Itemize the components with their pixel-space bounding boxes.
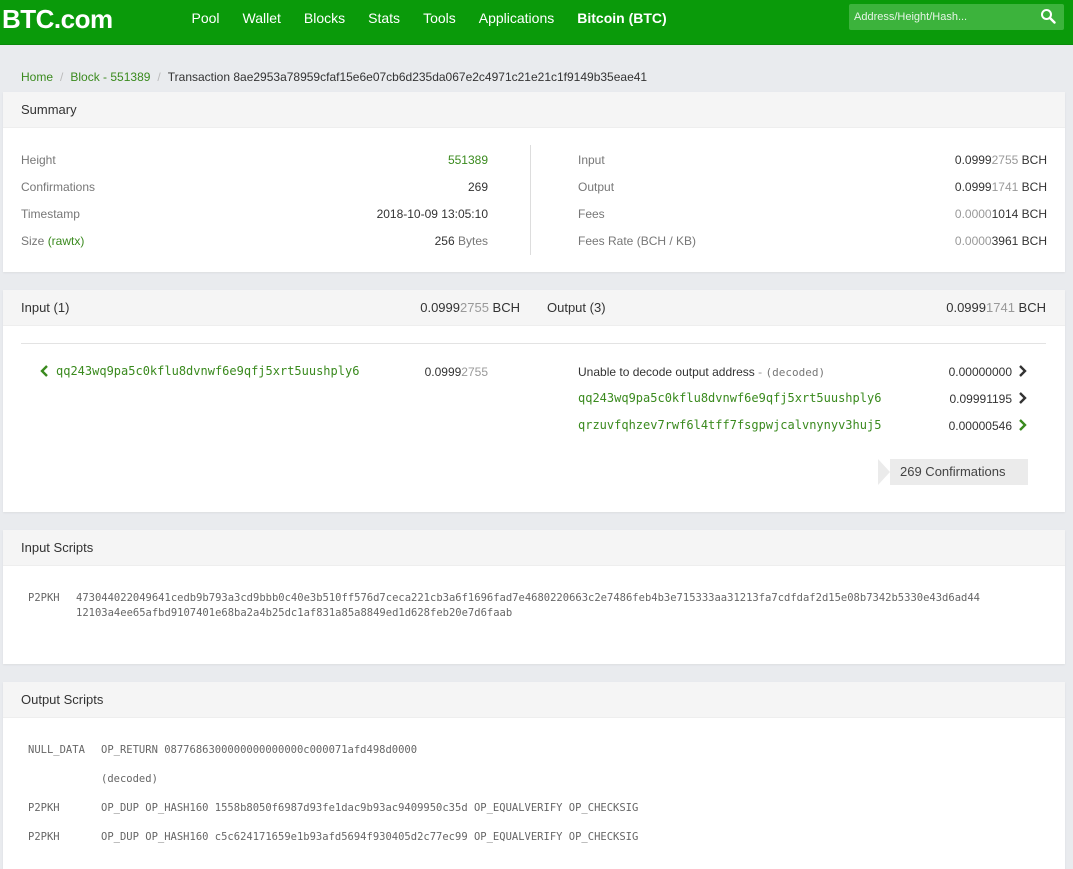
output-scripts-title: Output Scripts [3, 682, 1065, 718]
input-total-main: 0.0999 [420, 300, 460, 315]
breadcrumb-home[interactable]: Home [21, 70, 53, 84]
input-address[interactable]: qq243wq9pa5c0kflu8dvnwf6e9qfj5xrt5uushpl… [56, 364, 359, 378]
output-amount: 0.00000000 [948, 365, 1012, 379]
nav-tools[interactable]: Tools [423, 10, 456, 26]
input-row-amount-dim: 2755 [461, 365, 488, 379]
fees-value: 0.00001014 BCH [860, 207, 1047, 221]
size-value-group: 256 Bytes [300, 234, 488, 248]
input-scripts-title: Input Scripts [3, 530, 1065, 566]
fees-label: Fees [578, 207, 605, 221]
feerate-amount-main: 3961 [991, 234, 1019, 248]
height-value[interactable]: 551389 [300, 153, 488, 167]
feerate-amount-dim: 0.0000 [954, 234, 992, 248]
output-amount-main: 0.0999 [954, 180, 992, 194]
input-script-line: 473044022049641cedb9b793a3cd9bbb0c40e3b5… [76, 592, 980, 604]
feerate-label: Fees Rate (BCH / KB) [578, 234, 697, 248]
output-script: OP_DUP OP_HASH160 c5c624171659e1b93afd56… [101, 831, 639, 843]
breadcrumb-block[interactable]: Block - 551389 [70, 70, 150, 84]
timestamp-label: Timestamp [21, 207, 80, 221]
output-script: OP_DUP OP_HASH160 1558b8050f6987d93fe1da… [101, 802, 639, 814]
unit-label: BCH [1021, 234, 1047, 248]
io-divider [21, 343, 1046, 344]
undecoded-label: Unable to decode output address [578, 365, 755, 379]
top-navbar: BTC.com Pool Wallet Blocks Stats Tools A… [0, 0, 1073, 45]
output-value: 0.09991741 BCH [860, 180, 1047, 194]
logo[interactable]: BTC.com [2, 4, 113, 35]
chevron-right-icon[interactable] [1017, 392, 1027, 404]
nav-coin-selector[interactable]: Bitcoin (BTC) [577, 10, 666, 26]
breadcrumb-separator: / [60, 70, 64, 84]
nav-wallet[interactable]: Wallet [243, 10, 281, 26]
output-address[interactable]: qrzuvfqhzev7rwf6l4tff7fsgpwjcalvnynyv3hu… [578, 418, 881, 432]
size-label-group: Size (rawtx) [21, 234, 84, 248]
feerate-value: 0.00003961 BCH [860, 234, 1047, 248]
nav-blocks[interactable]: Blocks [304, 10, 345, 26]
output-script: OP_RETURN 0877686300000000000000c000071a… [101, 744, 418, 756]
search-icon[interactable] [1040, 8, 1056, 24]
breadcrumb-separator: / [157, 70, 161, 84]
confirmations-label: Confirmations [21, 180, 96, 194]
input-script-line: 12103a4ee65afbd9107401e68ba2a4b25dc1af83… [76, 607, 513, 619]
input-count-title: Input (1) [21, 300, 70, 315]
fees-amount-main: 1014 [991, 207, 1019, 221]
script-type: NULL_DATA [28, 744, 85, 756]
search-input[interactable] [849, 4, 1034, 30]
unit-label: BCH [1021, 207, 1047, 221]
decoded-toggle[interactable]: (decoded) [765, 366, 825, 379]
input-value: 0.09992755 BCH [860, 153, 1047, 167]
height-label: Height [21, 153, 56, 167]
output-amount: 0.00000546 [948, 419, 1012, 433]
unit-label: BCH [1021, 153, 1047, 167]
main-nav: Pool Wallet Blocks Stats Tools Applicati… [180, 0, 678, 35]
unit-label: BCH [492, 300, 520, 315]
timestamp-value: 2018-10-09 13:05:10 [376, 207, 488, 221]
output-amount: 0.09991195 [949, 392, 1012, 406]
chevron-left-icon[interactable] [40, 365, 50, 377]
script-type: P2PKH [28, 831, 60, 843]
input-total: 0.09992755 BCH [380, 300, 520, 315]
output-total-dim: 1741 [986, 300, 1015, 315]
nav-stats[interactable]: Stats [368, 10, 400, 26]
output-label: Output [578, 180, 615, 194]
output-amount-dim: 1741 [991, 180, 1019, 194]
confirmations-badge: 269 Confirmations [878, 459, 1028, 485]
nav-pool[interactable]: Pool [192, 10, 220, 26]
output-row-undecoded: Unable to decode output address - (decod… [578, 365, 825, 379]
size-unit: Bytes [457, 234, 488, 248]
input-total-dim: 2755 [460, 300, 489, 315]
breadcrumb-current: Transaction 8ae2953a78959cfaf15e6e07cb6d… [167, 70, 648, 84]
script-type: P2PKH [28, 802, 60, 814]
input-amount: 0.09992755 [388, 365, 488, 379]
undecoded-separator: - [758, 365, 763, 379]
decoded-toggle[interactable]: (decoded) [101, 773, 158, 785]
script-type: P2PKH [28, 592, 60, 604]
input-row-amount-main: 0.0999 [424, 365, 462, 379]
unit-label: BCH [1018, 300, 1046, 315]
rawtx-link[interactable]: (rawtx) [48, 234, 85, 248]
chevron-right-icon[interactable] [1017, 365, 1027, 377]
fees-amount-dim: 0.0000 [954, 207, 992, 221]
size-label: Size [21, 234, 45, 248]
confirmations-value: 269 [467, 180, 488, 194]
output-total: 0.09991741 BCH [900, 300, 1046, 315]
input-amount-dim: 2755 [991, 153, 1019, 167]
summary-divider [530, 145, 531, 255]
input-label: Input [578, 153, 605, 167]
breadcrumb: Home / Block - 551389 / Transaction 8ae2953a… [21, 70, 647, 84]
input-amount-main: 0.0999 [954, 153, 992, 167]
output-count-title: Output (3) [547, 300, 606, 315]
chevron-right-icon[interactable] [1017, 419, 1027, 431]
summary-title: Summary [3, 92, 1065, 128]
output-address[interactable]: qq243wq9pa5c0kflu8dvnwf6e9qfj5xrt5uushpl… [578, 391, 881, 405]
unit-label: BCH [1021, 180, 1047, 194]
size-value: 256 [434, 234, 455, 248]
nav-applications[interactable]: Applications [479, 10, 555, 26]
search-box [849, 4, 1064, 30]
output-total-main: 0.0999 [946, 300, 986, 315]
